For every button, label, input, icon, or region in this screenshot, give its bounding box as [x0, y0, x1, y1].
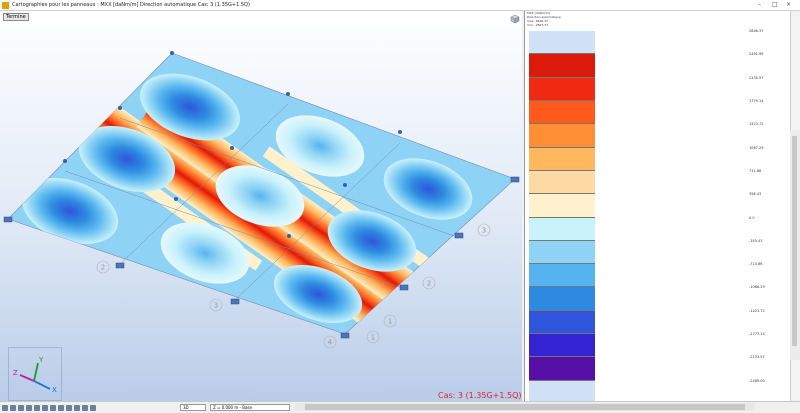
- tool-icon[interactable]: [26, 405, 32, 411]
- legend-panel: MXX [daNm/m] Direction automatique max: …: [524, 11, 796, 406]
- legend-value-label: -1777.14: [749, 332, 765, 337]
- legend-swatch: [529, 77, 595, 101]
- legend-value-label: -2133.57: [749, 355, 765, 360]
- tool-icon[interactable]: [34, 405, 40, 411]
- legend-value-label: -710.86: [749, 262, 763, 267]
- minimize-icon[interactable]: –: [758, 1, 761, 8]
- grid-label: 4: [328, 339, 333, 347]
- tool-icon[interactable]: [2, 405, 8, 411]
- 3d-viewport[interactable]: Termine 1 2 3 4 1 2 3 X Y Z Cas: 3 (1.35…: [0, 11, 522, 401]
- tool-icon[interactable]: [82, 405, 88, 411]
- axis-y-label: Y: [38, 356, 44, 364]
- legend-swatch: [529, 194, 595, 218]
- scrollbar-thumb[interactable]: [305, 404, 745, 410]
- legend-value-label: 2491.99: [749, 52, 764, 57]
- vertical-scrollbar[interactable]: [790, 130, 800, 360]
- legend-swatch: [529, 170, 595, 195]
- legend-swatch: [529, 124, 595, 148]
- legend-swatch: [529, 287, 595, 311]
- tool-icon[interactable]: [42, 405, 48, 411]
- legend-value-label: 1067.29: [749, 145, 764, 150]
- tool-icon[interactable]: [10, 405, 16, 411]
- view-mode-dropdown[interactable]: 3D: [180, 404, 206, 411]
- legend-color-scale: [529, 31, 595, 404]
- grid-label: 1: [371, 334, 375, 342]
- legend-value-label: 0.0: [749, 215, 755, 220]
- legend-swatch: [529, 147, 595, 171]
- legend-value-label: 711.86: [749, 168, 762, 173]
- grid-label: 3: [482, 227, 486, 235]
- horizontal-scrollbar[interactable]: [295, 403, 755, 411]
- legend-value-labels: 2846.37 2491.99 2135.57 1779.14 1423.72 1067.…: [749, 29, 793, 406]
- app-icon: [2, 1, 9, 9]
- legend-swatch: [529, 54, 595, 78]
- status-toolbar: [2, 405, 96, 411]
- tool-icon[interactable]: [18, 405, 24, 411]
- legend-swatch: [529, 310, 595, 335]
- legend-value-label: 1779.14: [749, 98, 764, 103]
- window-title: Cartographies pour les panneaux : MXX [d…: [12, 2, 250, 8]
- axis-z-label: Z: [13, 369, 18, 377]
- app-window: Cartographies pour les panneaux : MXX [d…: [0, 0, 800, 413]
- legend-info: MXX [daNm/m] Direction automatique max: …: [527, 11, 561, 27]
- title-bar: Cartographies pour les panneaux : MXX [d…: [0, 0, 800, 11]
- legend-info-line: min: -2847.37: [527, 23, 549, 27]
- tool-icon[interactable]: [50, 405, 56, 411]
- legend-value-label: -355.43: [749, 238, 763, 243]
- legend-swatch: [529, 240, 595, 265]
- axis-triad-icon: X Y Z: [8, 347, 62, 401]
- load-case-label: Cas: 3 (1.35G+1.5Q): [438, 391, 522, 400]
- legend-value-label: -1421.72: [749, 308, 765, 313]
- tool-icon[interactable]: [74, 405, 80, 411]
- legend-swatch: [529, 31, 595, 55]
- tool-icon[interactable]: [58, 405, 64, 411]
- tool-icon[interactable]: [90, 405, 96, 411]
- legend-swatch: [529, 334, 595, 358]
- legend-swatch: [529, 357, 595, 381]
- legend-value-label: -1066.29: [749, 285, 765, 290]
- grid-label: 2: [101, 264, 105, 272]
- legend-value-label: 2135.57: [749, 75, 764, 80]
- grid-label: 1: [388, 318, 392, 326]
- slab-contour-map[interactable]: 1 2 3 4 1 2 3: [0, 11, 522, 401]
- scrollbar-thumb[interactable]: [792, 136, 797, 346]
- grid-label: 2: [427, 280, 431, 288]
- grid-label: 3: [214, 302, 218, 310]
- maximize-icon[interactable]: □: [772, 1, 778, 8]
- legend-value-label: -2489.00: [749, 378, 765, 383]
- legend-swatch: [529, 217, 595, 241]
- close-icon[interactable]: ×: [786, 1, 791, 8]
- legend-swatch: [529, 264, 595, 288]
- tool-icon[interactable]: [66, 405, 72, 411]
- legend-value-label: 356.43: [749, 192, 762, 197]
- axis-x-label: X: [52, 386, 57, 394]
- legend-value-label: 2846.37: [749, 29, 764, 33]
- legend-value-label: 1423.72: [749, 122, 764, 127]
- level-dropdown[interactable]: Z = 0.000 m - Base: [210, 404, 290, 411]
- legend-swatch: [529, 100, 595, 125]
